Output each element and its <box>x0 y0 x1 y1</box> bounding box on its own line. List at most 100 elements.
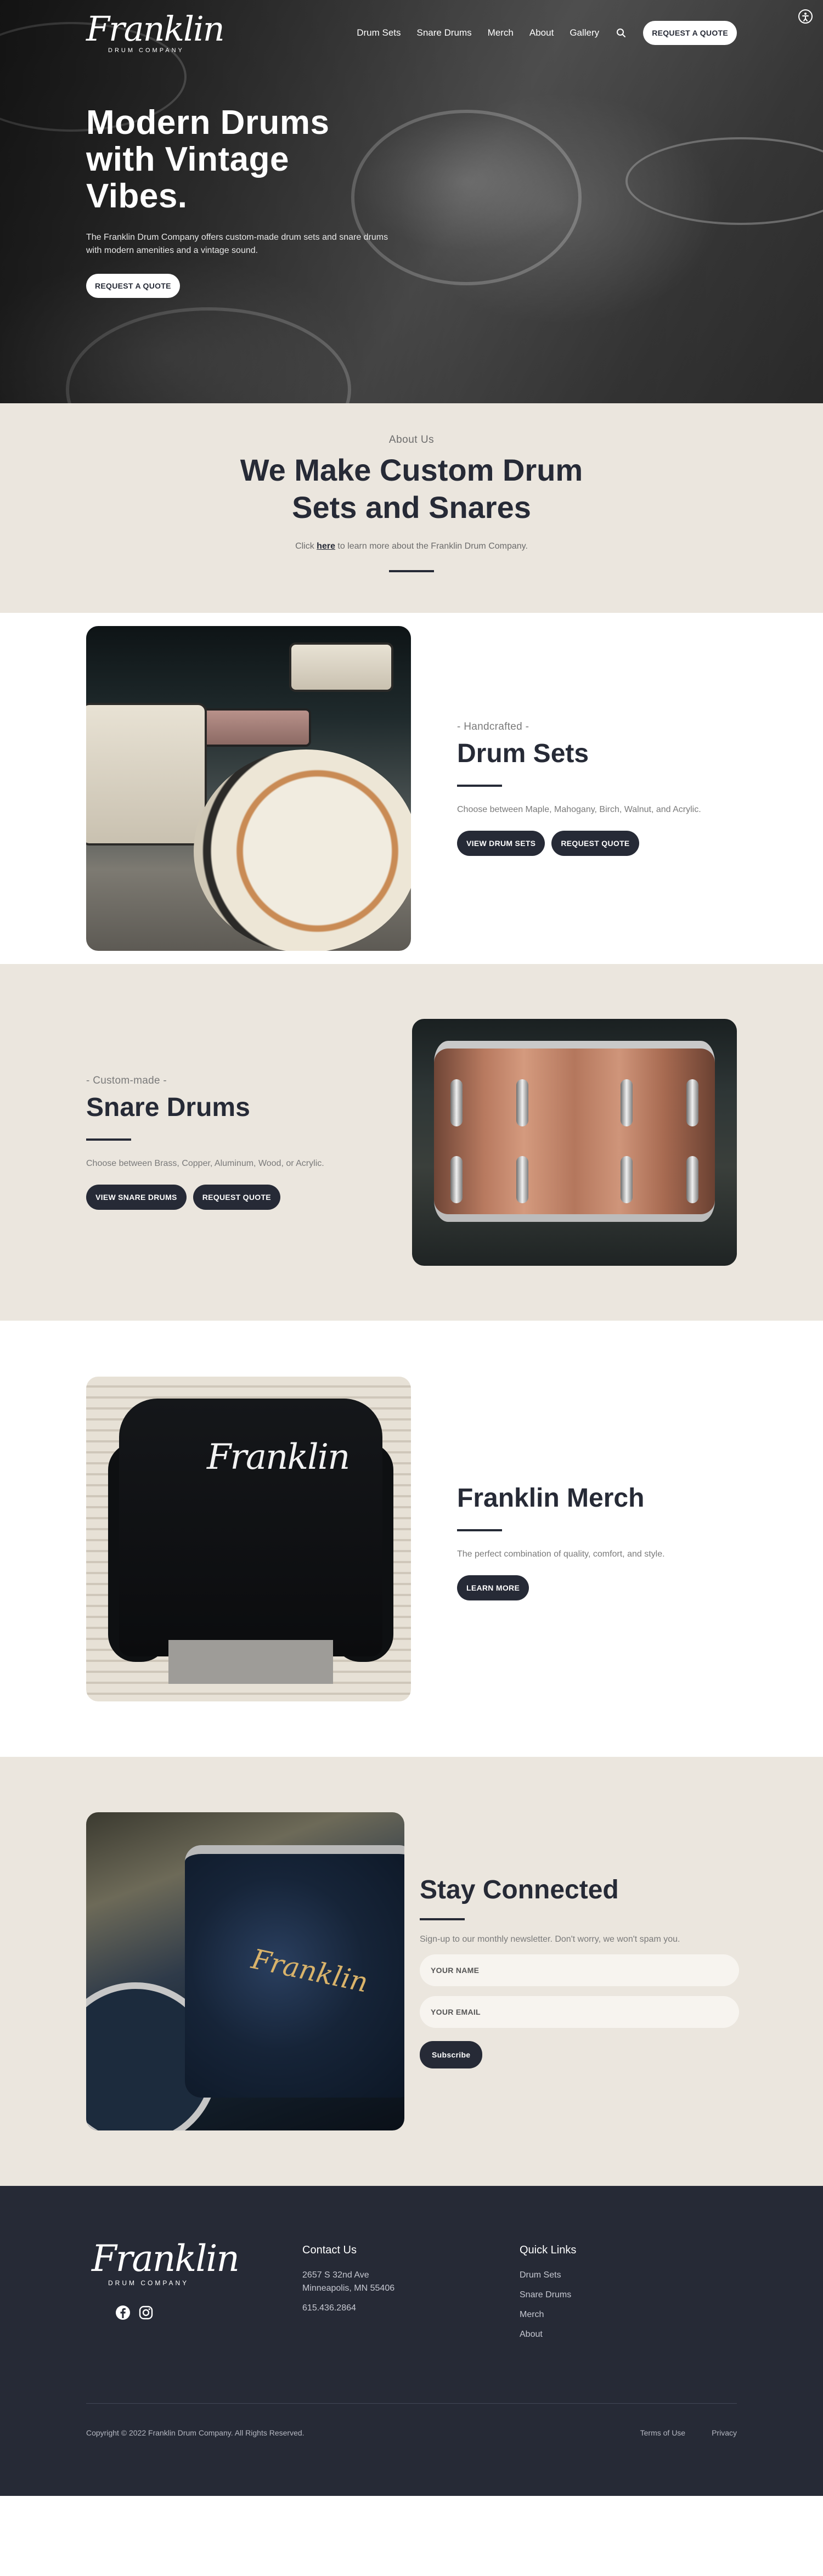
photo-snare-lug <box>450 1079 463 1126</box>
site-header: Franklin DRUM COMPANY Drum Sets Snare Dr… <box>0 0 823 66</box>
newsletter-title: Stay Connected <box>420 1875 619 1904</box>
footer-logo[interactable]: Franklin DRUM COMPANY <box>86 2241 302 2287</box>
view-snare-drums-button[interactable]: VIEW SNARE DRUMS <box>86 1185 187 1210</box>
photo-snare-lug <box>516 1079 528 1126</box>
merch-title: Franklin Merch <box>457 1483 645 1513</box>
snare-drums-section: - Custom-made - Snare Drums Choose betwe… <box>0 964 823 1321</box>
logo-script: Franklin <box>86 9 225 49</box>
nav-about[interactable]: About <box>529 27 554 38</box>
footer-brand: Franklin DRUM COMPANY <box>86 2241 302 2348</box>
about-learn-more-link[interactable]: here <box>317 542 335 551</box>
accessibility-icon[interactable] <box>798 9 813 24</box>
footer-link-merch[interactable]: Merch <box>520 2308 737 2321</box>
divider <box>457 785 502 787</box>
footer-links-heading: Quick Links <box>520 2244 577 2256</box>
newsletter-section: Franklin Stay Connected Sign-up to our m… <box>0 1757 823 2186</box>
divider <box>420 1918 465 1920</box>
drum-sets-request-quote-button[interactable]: REQUEST QUOTE <box>551 831 639 856</box>
nav-gallery[interactable]: Gallery <box>570 27 599 38</box>
nav-request-quote-button[interactable]: REQUEST A QUOTE <box>643 21 737 45</box>
photo-shirt <box>168 1639 333 1684</box>
photo-snare-lug <box>686 1079 698 1126</box>
footer-link-drum-sets[interactable]: Drum Sets <box>520 2269 737 2282</box>
drum-sets-description: Choose between Maple, Mahogany, Birch, W… <box>457 805 701 814</box>
footer-divider <box>86 2403 737 2404</box>
view-drum-sets-button[interactable]: VIEW DRUM SETS <box>457 831 545 856</box>
snare-drums-title: Snare Drums <box>86 1093 250 1122</box>
hero-request-quote-button[interactable]: REQUEST A QUOTE <box>86 274 180 298</box>
main-nav: Drum Sets Snare Drums Merch About Galler… <box>357 21 737 45</box>
merch-learn-more-button[interactable]: LEARN MORE <box>457 1575 529 1600</box>
about-eyebrow: About Us <box>388 434 435 446</box>
merch-copy: Franklin Merch The perfect combination o… <box>411 1478 737 1600</box>
newsletter-name-input[interactable] <box>420 1954 739 1986</box>
hero-title: Modern Drums with Vintage Vibes. <box>86 104 330 215</box>
footer-phone-link[interactable]: 615.436.2864 <box>302 2302 520 2315</box>
social-links <box>86 2304 302 2321</box>
snare-drum-photo <box>412 1019 737 1266</box>
drum-sets-section: - Handcrafted - Drum Sets Choose between… <box>0 613 823 964</box>
site-logo[interactable]: Franklin DRUM COMPANY <box>86 9 225 54</box>
about-note-before: Click <box>295 542 317 551</box>
nav-drum-sets[interactable]: Drum Sets <box>357 27 401 38</box>
drum-sets-actions: VIEW DRUM SETS REQUEST QUOTE <box>457 831 737 856</box>
newsletter-email-input[interactable] <box>420 1996 739 2028</box>
divider <box>389 570 434 572</box>
footer-logo-subtitle: DRUM COMPANY <box>108 2279 189 2287</box>
footer-quick-links: Quick Links Drum Sets Snare Drums Merch … <box>520 2241 737 2348</box>
footer-contact: Contact Us 2657 S 32nd Ave Minneapolis, … <box>302 2241 520 2348</box>
footer-address-line2: Minneapolis, MN 55406 <box>302 2284 395 2293</box>
merch-photo-script: Franklin <box>207 1436 350 1478</box>
about-title-text: We Make Custom Drum Sets and Snares <box>240 453 583 525</box>
footer-link-list: Drum Sets Snare Drums Merch About <box>520 2269 737 2341</box>
nav-merch[interactable]: Merch <box>488 27 514 38</box>
snare-drums-eyebrow: - Custom-made - <box>86 1075 167 1086</box>
footer-link-about[interactable]: About <box>520 2328 737 2341</box>
photo-snare-lug <box>450 1156 463 1203</box>
drum-sets-copy: - Handcrafted - Drum Sets Choose between… <box>411 721 737 856</box>
footer-top: Franklin DRUM COMPANY Contact Us 2657 S … <box>86 2186 737 2348</box>
facebook-icon[interactable] <box>115 2304 131 2321</box>
hero-description: The Franklin Drum Company offers custom-… <box>86 233 388 255</box>
snare-drums-request-quote-button[interactable]: REQUEST QUOTE <box>193 1185 280 1210</box>
newsletter-photo: Franklin <box>86 1812 404 2130</box>
site-footer: Franklin DRUM COMPANY Contact Us 2657 S … <box>0 2186 823 2496</box>
photo-snare-drum <box>201 708 311 747</box>
footer-contact-heading: Contact Us <box>302 2244 357 2256</box>
snare-drums-actions: VIEW SNARE DRUMS REQUEST QUOTE <box>86 1185 363 1210</box>
merch-section: Franklin Franklin Merch The perfect comb… <box>0 1321 823 1757</box>
drum-sets-eyebrow: - Handcrafted - <box>457 721 529 732</box>
divider <box>457 1529 502 1531</box>
photo-kick-drum <box>194 749 411 951</box>
newsletter-subscribe-button[interactable]: Subscribe <box>420 2041 483 2068</box>
merch-description: The perfect combination of quality, comf… <box>457 1549 665 1559</box>
merch-photo: Franklin <box>86 1376 411 1701</box>
divider <box>86 1138 131 1141</box>
merch-actions: LEARN MORE <box>457 1575 737 1600</box>
photo-copper-snare-shell <box>434 1041 715 1222</box>
footer-link-snare-drums[interactable]: Snare Drums <box>520 2288 737 2302</box>
privacy-link[interactable]: Privacy <box>712 2428 737 2437</box>
newsletter-form-area: Stay Connected Sign-up to our monthly ne… <box>404 1874 739 2068</box>
newsletter-description: Sign-up to our monthly newsletter. Don't… <box>420 1935 680 1944</box>
about-title: We Make Custom Drum Sets and Snares <box>219 452 604 526</box>
instagram-icon[interactable] <box>138 2304 154 2321</box>
search-icon[interactable] <box>615 27 627 39</box>
photo-snare-lug <box>686 1156 698 1203</box>
photo-snare-lug <box>621 1079 633 1126</box>
copyright-text: Copyright © 2022 Franklin Drum Company. … <box>86 2428 305 2437</box>
snare-drums-description: Choose between Brass, Copper, Aluminum, … <box>86 1159 324 1168</box>
drum-set-photo <box>86 626 411 951</box>
footer-address-line1: 2657 S 32nd Ave <box>302 2270 369 2280</box>
photo-floor-tom <box>86 703 207 845</box>
terms-of-use-link[interactable]: Terms of Use <box>640 2428 685 2437</box>
hero-content: Modern Drums with Vintage Vibes. The Fra… <box>86 104 393 298</box>
photo-tom-drum <box>289 642 393 692</box>
snare-drums-copy: - Custom-made - Snare Drums Choose betwe… <box>86 1075 412 1210</box>
photo-snare-lug <box>516 1156 528 1203</box>
photo-snare-lug <box>621 1156 633 1203</box>
legal-links: Terms of Use Privacy <box>640 2428 737 2437</box>
footer-logo-script: Franklin <box>92 2237 240 2280</box>
drum-sets-title: Drum Sets <box>457 739 589 768</box>
nav-snare-drums[interactable]: Snare Drums <box>417 27 472 38</box>
